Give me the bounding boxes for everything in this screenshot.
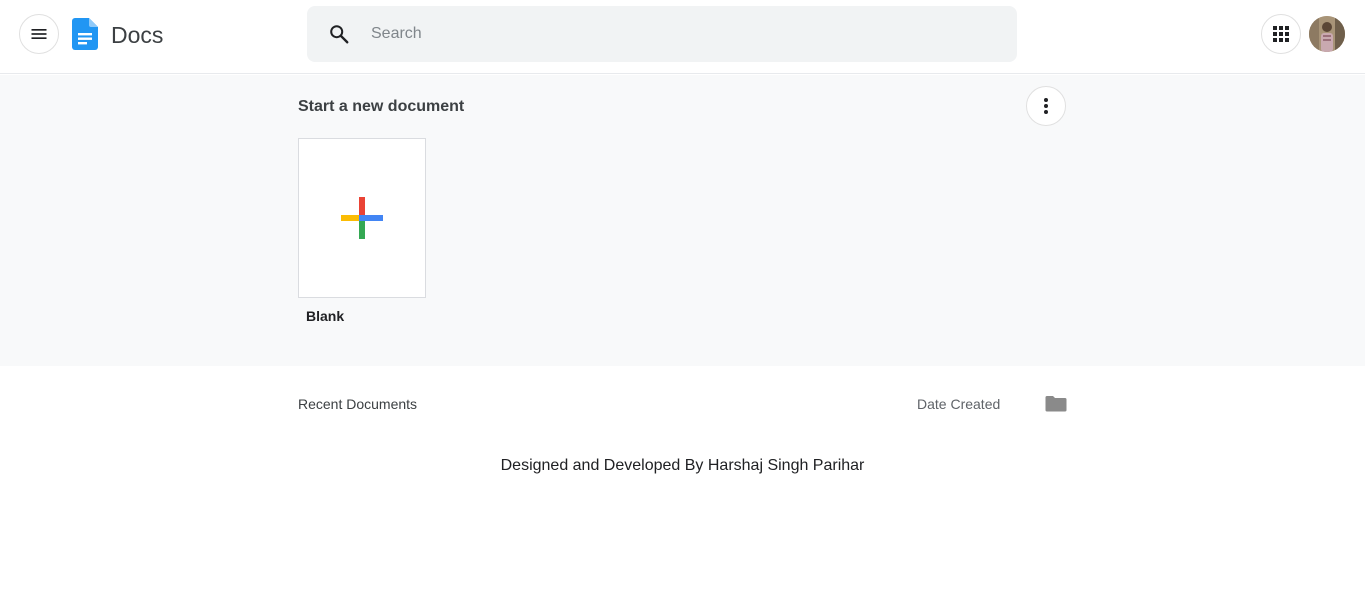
search-bar [307,6,1017,62]
avatar-image [1309,16,1345,52]
apps-grid-icon [1273,26,1289,42]
search-input[interactable] [369,6,989,62]
folder-icon[interactable] [1045,394,1067,414]
main-menu-button[interactable] [19,14,59,54]
footer-credit: Designed and Developed By Harshaj Singh … [500,457,865,474]
sort-date-created[interactable]: Date Created [917,396,1000,412]
more-options-button[interactable] [1026,86,1066,126]
blank-document-card[interactable] [298,138,426,298]
recent-documents-title: Recent Documents [298,396,418,412]
search-icon[interactable] [328,23,350,45]
new-document-section: Start a new document Blank [0,75,1365,366]
docs-logo-icon[interactable] [72,18,98,50]
plus-icon [341,197,383,239]
top-header: Docs [0,0,1365,74]
hamburger-menu-icon [31,29,47,39]
blank-document-label[interactable]: Blank [306,308,344,324]
section-title: Start a new document [298,98,465,115]
user-avatar[interactable] [1309,16,1345,52]
apps-button[interactable] [1261,14,1301,54]
app-title[interactable]: Docs [111,21,163,49]
more-vert-icon [1044,98,1048,114]
